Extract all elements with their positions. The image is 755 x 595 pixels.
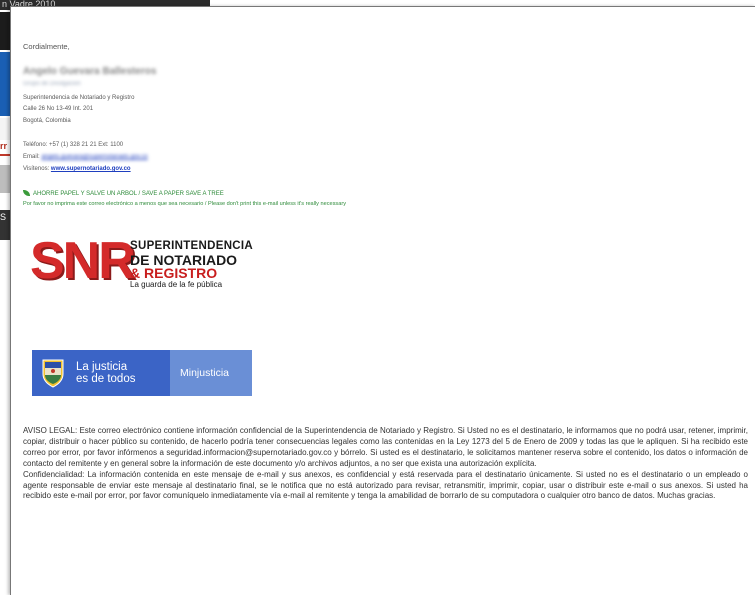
gov-banner-ministry: Minjusticia bbox=[170, 350, 252, 396]
snr-logo-tagline: La guarda de la fe pública bbox=[130, 280, 223, 289]
snr-logo-letters: SNR bbox=[30, 232, 136, 290]
signature-city: Bogotá, Colombia bbox=[23, 118, 71, 124]
signature-phone: Teléfono: +57 (1) 328 21 21 Ext: 1100 bbox=[23, 142, 124, 148]
legal-notice: AVISO LEGAL: Este correo electrónico con… bbox=[23, 426, 748, 502]
legal-confidencialidad: Confidencialidad: La información conteni… bbox=[23, 469, 748, 501]
signature-entity: Superintendencia de Notariado y Registro bbox=[23, 95, 135, 101]
gov-banner-left: La justicia es de todos bbox=[32, 350, 170, 396]
colombia-shield-icon bbox=[40, 358, 66, 388]
snr-logo-line3: & REGISTRO bbox=[130, 265, 218, 281]
signature-email-label: Email: bbox=[23, 154, 40, 160]
signature-address: Calle 26 No 13-49 Int. 201 bbox=[23, 106, 94, 112]
signature-email-row: Email: angelo.guevara@supernotariado.gov… bbox=[23, 154, 148, 160]
signature-group: Grupo de Divulgación bbox=[23, 81, 81, 87]
eco-notice-text: Por favor no imprima este correo electró… bbox=[23, 201, 346, 207]
minjusticia-banner: La justicia es de todos Minjusticia bbox=[32, 350, 252, 396]
signature-visit-row: Visítenos: www.supernotariado.gov.co bbox=[23, 166, 131, 172]
leaf-icon bbox=[23, 190, 30, 196]
snr-logo-line1: SUPERINTENDENCIA bbox=[130, 240, 254, 252]
gov-slogan-line2: es de todos bbox=[76, 373, 136, 385]
legal-aviso: AVISO LEGAL: Este correo electrónico con… bbox=[23, 426, 748, 468]
signature-email-link[interactable]: angelo.guevara@supernotariado.gov.co bbox=[41, 154, 147, 160]
gov-slogan-line1: La justicia bbox=[76, 361, 128, 373]
gov-banner-slogan: La justicia es de todos bbox=[76, 361, 135, 385]
signature-greeting: Cordialmente, bbox=[23, 42, 70, 51]
signature-name: Angelo Guevara Ballesteros bbox=[23, 66, 157, 77]
eco-line1: AHORRE PAPEL Y SALVE UN ARBOL / SAVE A P… bbox=[33, 191, 224, 197]
signature-website-link[interactable]: www.supernotariado.gov.co bbox=[51, 166, 131, 172]
eco-notice-title: AHORRE PAPEL Y SALVE UN ARBOL / SAVE A P… bbox=[23, 190, 224, 197]
signature-visit-label: Visítenos: bbox=[23, 166, 50, 172]
snr-logo: SNR SUPERINTENDENCIA DE NOTARIADO & REGI… bbox=[30, 232, 254, 290]
